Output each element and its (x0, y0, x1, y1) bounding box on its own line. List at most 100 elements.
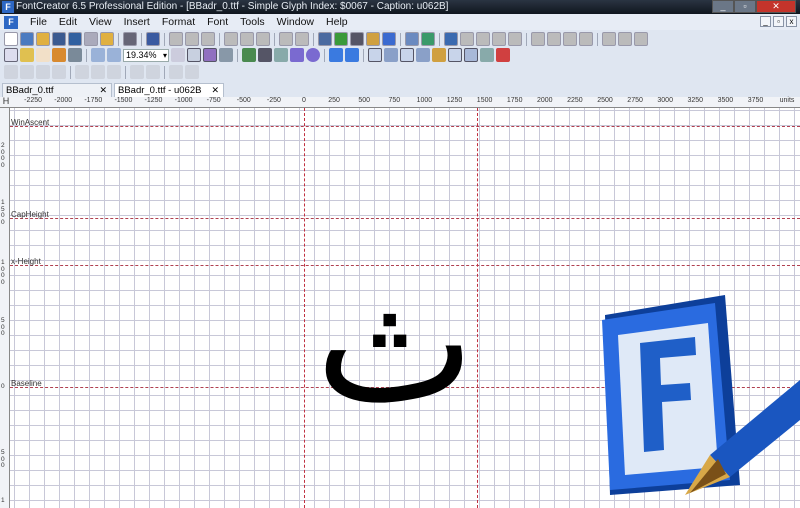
percent-icon[interactable] (464, 48, 478, 62)
toolbar-button-icon[interactable] (224, 32, 238, 46)
toolbar-button-icon[interactable] (444, 32, 458, 46)
hints-icon[interactable] (432, 48, 446, 62)
points-icon[interactable] (416, 48, 430, 62)
toolbar-button-icon[interactable] (36, 32, 50, 46)
glyph-outline[interactable]: ث (315, 258, 475, 428)
onoff-icon[interactable] (496, 48, 510, 62)
toolbar-button-icon[interactable] (618, 32, 632, 46)
bitmap-icon[interactable] (448, 48, 462, 62)
toolbar-button-icon[interactable] (334, 32, 348, 46)
toolbar-button-icon[interactable] (460, 32, 474, 46)
scissors-icon[interactable] (219, 48, 233, 62)
transform-button-icon[interactable] (36, 65, 50, 79)
zoom-out-icon[interactable] (107, 48, 121, 62)
transform-button-icon[interactable] (107, 65, 121, 79)
menu-insert[interactable]: Insert (118, 16, 156, 28)
toolbar-button-icon[interactable] (579, 32, 593, 46)
trace-icon[interactable] (258, 48, 272, 62)
toolbar-button-icon[interactable] (382, 32, 396, 46)
tab-glyph[interactable]: BBadr_0.ttf - u062B ✕ (114, 83, 224, 97)
menu-view[interactable]: View (83, 16, 118, 28)
menu-edit[interactable]: Edit (53, 16, 83, 28)
menu-font[interactable]: Font (201, 16, 234, 28)
toolbar-button-icon[interactable] (405, 32, 419, 46)
rectangle-icon[interactable] (290, 48, 304, 62)
toolbar-button-icon[interactable] (201, 32, 215, 46)
close-button[interactable]: ✕ (756, 0, 796, 13)
fit-icon[interactable] (171, 48, 185, 62)
transform-button-icon[interactable] (185, 65, 199, 79)
toolbar-button-icon[interactable] (531, 32, 545, 46)
minimize-button[interactable]: _ (712, 0, 734, 13)
grid-icon[interactable] (368, 48, 382, 62)
close-tab-icon[interactable]: ✕ (211, 84, 219, 97)
toolbar-button-icon[interactable] (602, 32, 616, 46)
menu-window[interactable]: Window (271, 16, 320, 28)
transform-button-icon[interactable] (4, 65, 18, 79)
toolbar-button-icon[interactable] (634, 32, 648, 46)
contour-icon[interactable] (203, 48, 217, 62)
toolbar-button-icon[interactable] (146, 32, 160, 46)
transform-button-icon[interactable] (169, 65, 183, 79)
toolbar-button-icon[interactable] (52, 32, 66, 46)
toolbar-button-icon[interactable] (68, 32, 82, 46)
win-ascent-line[interactable]: WinAscent (10, 118, 800, 127)
nodes-icon[interactable] (480, 48, 494, 62)
menu-file[interactable]: File (24, 16, 53, 28)
toolbar-button-icon[interactable] (318, 32, 332, 46)
mdi-close-button[interactable]: x (786, 16, 797, 27)
zoom-select[interactable]: 19.34% (123, 48, 169, 62)
maximize-button[interactable]: ▫ (734, 0, 756, 13)
ellipse-icon[interactable] (306, 48, 320, 62)
mdi-restore-button[interactable]: ▫ (773, 16, 784, 27)
tab-font[interactable]: BBadr_0.ttf ✕ (2, 83, 112, 97)
next-glyph-icon[interactable] (345, 48, 359, 62)
transform-button-icon[interactable] (146, 65, 160, 79)
toolbar-button-icon[interactable] (350, 32, 364, 46)
hand-tool-icon[interactable] (36, 48, 50, 62)
toolbar-button-icon[interactable] (366, 32, 380, 46)
guidelines-icon[interactable] (384, 48, 398, 62)
toolbar-button-icon[interactable] (563, 32, 577, 46)
select-tool-icon[interactable] (4, 48, 18, 62)
menu-tools[interactable]: Tools (234, 16, 271, 28)
toolbar-button-icon[interactable] (279, 32, 293, 46)
menu-help[interactable]: Help (320, 16, 354, 28)
toolbar-button-icon[interactable] (100, 32, 114, 46)
app-menu-icon[interactable]: F (4, 15, 18, 29)
measure-tool-icon[interactable] (52, 48, 66, 62)
transform-button-icon[interactable] (20, 65, 34, 79)
transform-button-icon[interactable] (91, 65, 105, 79)
advance-width-line[interactable] (477, 108, 478, 508)
toolbar-button-icon[interactable] (547, 32, 561, 46)
knife-tool-icon[interactable] (68, 48, 82, 62)
menu-format[interactable]: Format (156, 16, 201, 28)
metrics-icon[interactable] (400, 48, 414, 62)
toolbar-separator (313, 32, 314, 46)
toolbar-button-icon[interactable] (476, 32, 490, 46)
zoom-in-icon[interactable] (91, 48, 105, 62)
toolbar-button-icon[interactable] (4, 32, 18, 46)
toolbar-button-icon[interactable] (508, 32, 522, 46)
toolbar-button-icon[interactable] (240, 32, 254, 46)
toolbar-button-icon[interactable] (492, 32, 506, 46)
toolbar-button-icon[interactable] (421, 32, 435, 46)
previous-glyph-icon[interactable] (329, 48, 343, 62)
lasso-tool-icon[interactable] (20, 48, 34, 62)
toolbar-button-icon[interactable] (256, 32, 270, 46)
transform-button-icon[interactable] (130, 65, 144, 79)
origin-line[interactable] (304, 108, 305, 508)
transform-button-icon[interactable] (52, 65, 66, 79)
mdi-minimize-button[interactable]: _ (760, 16, 771, 27)
transform-button-icon[interactable] (75, 65, 89, 79)
toolbar-button-icon[interactable] (20, 32, 34, 46)
toolbar-button-icon[interactable] (123, 32, 137, 46)
toolbar-button-icon[interactable] (169, 32, 183, 46)
close-tab-icon[interactable]: ✕ (99, 84, 107, 97)
pen-icon[interactable] (274, 48, 288, 62)
toolbar-button-icon[interactable] (295, 32, 309, 46)
toolbar-button-icon[interactable] (185, 32, 199, 46)
image-icon[interactable] (242, 48, 256, 62)
show-points-icon[interactable] (187, 48, 201, 62)
toolbar-button-icon[interactable] (84, 32, 98, 46)
